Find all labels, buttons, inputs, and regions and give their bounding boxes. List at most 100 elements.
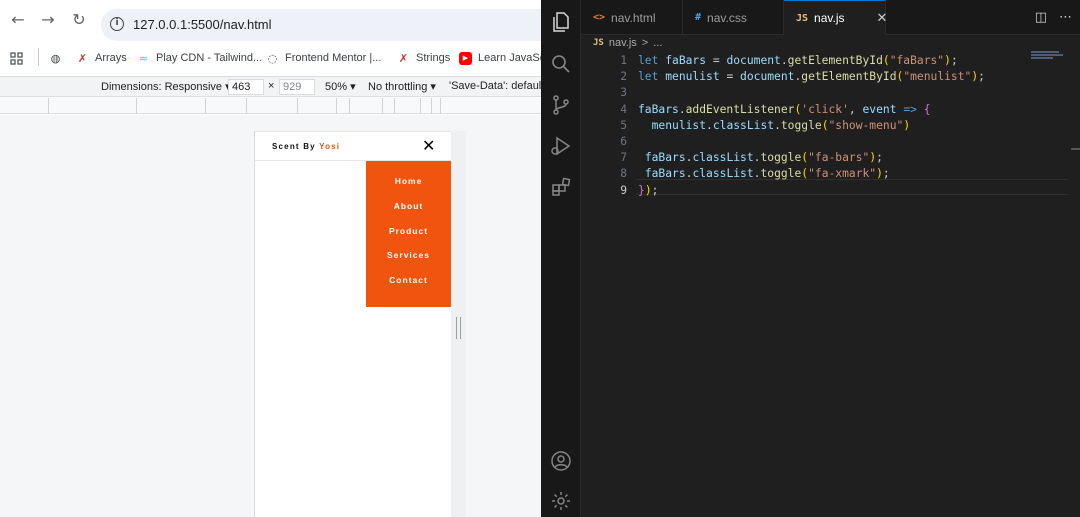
bookmark-globe[interactable]: ◍ bbox=[49, 50, 62, 66]
more-actions-icon[interactable]: ⋯ bbox=[1059, 10, 1072, 25]
media-query-ruler[interactable] bbox=[0, 98, 541, 114]
css-file-icon: # bbox=[695, 12, 702, 23]
breadcrumb-file[interactable]: nav.js bbox=[609, 37, 637, 49]
code-text: faBars.addEventListener('click', event =… bbox=[638, 102, 931, 116]
resize-grip-icon[interactable] bbox=[456, 317, 461, 339]
frontend-mentor-icon: ◌ bbox=[267, 51, 278, 65]
bookmark-label: Strings bbox=[416, 52, 451, 64]
code-text: faBars.classList.toggle("fa-bars"); bbox=[644, 151, 883, 165]
editor-actions: ◫ ⋯ bbox=[1035, 10, 1072, 25]
tab-label: nav.css bbox=[707, 10, 747, 25]
arrays-icon: ✗ bbox=[77, 51, 88, 65]
apps-grid-icon[interactable] bbox=[10, 50, 23, 66]
menu-item-contact[interactable]: Contact bbox=[366, 275, 451, 300]
url-text: 127.0.0.1:5500/nav.html bbox=[133, 17, 272, 32]
tab-nav-js[interactable]: JS nav.js ✕ bbox=[784, 0, 888, 35]
bookmark-frontend-mentor[interactable]: ◌ Frontend Mentor |... bbox=[266, 50, 382, 66]
bookmark-label: Frontend Mentor |... bbox=[285, 52, 382, 64]
browser-window: ← → ↻ i 127.0.0.1:5500/nav.html ◍ ✗ Arra… bbox=[0, 0, 541, 517]
site-logo[interactable]: Scent By Yosi bbox=[272, 142, 340, 151]
code-line[interactable]: 7 faBars.classList.toggle("fa-bars"); bbox=[581, 150, 1031, 166]
zoom-select[interactable]: 50% ▾ bbox=[325, 80, 356, 93]
height-input[interactable]: 929 bbox=[279, 79, 315, 95]
site-info-icon[interactable]: i bbox=[110, 17, 124, 31]
device-preview: Scent By Yosi ✕ Home About Product Servi… bbox=[254, 131, 451, 517]
code-line[interactable]: 5 menulist.classList.toggle("show-menu") bbox=[581, 118, 1031, 134]
bookmarks-bar: ◍ ✗ Arrays ≈ Play CDN - Tailwind... ◌ Fr… bbox=[0, 44, 541, 72]
code-line[interactable]: 6 bbox=[581, 134, 1031, 150]
tab-label: nav.html bbox=[611, 10, 656, 25]
activity-bar bbox=[541, 0, 581, 517]
code-line[interactable]: 1 let faBars = document.getElementById("f… bbox=[581, 53, 1031, 69]
dimensions-select[interactable]: Dimensions: Responsive ▾ bbox=[101, 80, 231, 93]
line-number: 9 bbox=[620, 183, 627, 197]
account-icon[interactable] bbox=[549, 449, 573, 473]
bookmark-label: Play CDN - Tailwind... bbox=[156, 52, 263, 64]
forward-icon[interactable]: → bbox=[38, 10, 58, 30]
menu-item-services[interactable]: Services bbox=[366, 250, 451, 275]
back-icon[interactable]: ← bbox=[8, 10, 28, 30]
address-bar-row: ← → ↻ i 127.0.0.1:5500/nav.html bbox=[0, 0, 541, 41]
reload-icon[interactable]: ↻ bbox=[69, 10, 89, 30]
js-file-icon: JS bbox=[593, 38, 604, 48]
tab-nav-html[interactable]: <> nav.html bbox=[581, 0, 683, 35]
code-text: let menulist = document.getElementById("… bbox=[638, 70, 985, 84]
url-field[interactable]: i 127.0.0.1:5500/nav.html bbox=[101, 9, 541, 41]
menu-item-product[interactable]: Product bbox=[366, 226, 451, 251]
bookmark-strings[interactable]: ✗ Strings bbox=[397, 50, 450, 66]
search-icon[interactable] bbox=[549, 52, 573, 76]
split-editor-icon[interactable]: ◫ bbox=[1035, 10, 1047, 25]
source-control-icon[interactable] bbox=[549, 93, 573, 117]
bookmark-arrays[interactable]: ✗ Arrays bbox=[76, 50, 127, 66]
throttling-select[interactable]: No throttling ▾ bbox=[368, 80, 436, 93]
close-menu-icon[interactable]: ✕ bbox=[422, 136, 435, 156]
line-number: 5 bbox=[620, 118, 627, 132]
tab-nav-css[interactable]: # nav.css bbox=[683, 0, 784, 35]
extensions-icon[interactable] bbox=[549, 175, 573, 199]
line-number: 7 bbox=[620, 151, 627, 165]
nav-menu: Home About Product Services Contact bbox=[366, 161, 451, 307]
code-editor-window: <> nav.html # nav.css JS nav.js ✕ ◫ ⋯ JS… bbox=[541, 0, 1080, 517]
code-text: let faBars = document.getElementById("fa… bbox=[638, 54, 958, 67]
menu-item-home[interactable]: Home bbox=[366, 176, 451, 201]
line-number: 6 bbox=[620, 135, 627, 148]
strings-icon: ✗ bbox=[398, 51, 409, 65]
breadcrumb-symbol[interactable]: ... bbox=[653, 37, 662, 49]
line-number: 4 bbox=[620, 102, 627, 116]
bookmark-tailwind[interactable]: ≈ Play CDN - Tailwind... bbox=[137, 50, 262, 66]
minimap[interactable] bbox=[1031, 51, 1066, 63]
code-line[interactable]: 4 faBars.addEventListener('click', event … bbox=[581, 102, 1031, 118]
code-text: faBars.classList.toggle("fa-xmark"); bbox=[644, 167, 890, 181]
line-number: 1 bbox=[620, 54, 627, 67]
bookmark-youtube[interactable]: ▶ Learn JavaScri bbox=[459, 50, 541, 66]
globe-icon: ◍ bbox=[50, 51, 61, 65]
close-tab-icon[interactable]: ✕ bbox=[877, 11, 888, 26]
times-symbol: × bbox=[268, 80, 275, 92]
line-number: 2 bbox=[620, 70, 627, 84]
bookmark-divider bbox=[38, 48, 39, 66]
code-line[interactable]: 3 bbox=[581, 85, 1031, 101]
html-file-icon: <> bbox=[593, 12, 606, 23]
device-toolbar: Dimensions: Responsive ▾ 463 × 929 50% ▾… bbox=[0, 76, 541, 97]
tailwind-icon: ≈ bbox=[138, 51, 149, 65]
breadcrumb[interactable]: JS nav.js > ... bbox=[593, 35, 662, 51]
run-debug-icon[interactable] bbox=[549, 134, 573, 158]
code-editor[interactable]: 1 let faBars = document.getElementById("f… bbox=[581, 51, 1080, 517]
code-line[interactable]: 9}); bbox=[581, 183, 1031, 199]
scrollbar-marker[interactable] bbox=[1071, 148, 1080, 150]
code-line[interactable]: 2 let menulist = document.getElementById(… bbox=[581, 69, 1031, 85]
line-number: 8 bbox=[620, 167, 627, 181]
menu-item-about[interactable]: About bbox=[366, 201, 451, 226]
bookmark-label: Arrays bbox=[95, 52, 127, 64]
code-text: }); bbox=[638, 183, 659, 197]
width-input[interactable]: 463 bbox=[228, 79, 264, 95]
bookmark-label: Learn JavaScri bbox=[478, 52, 541, 64]
code-text: menulist.classList.toggle("show-menu") bbox=[651, 118, 911, 132]
settings-gear-icon[interactable] bbox=[549, 489, 573, 513]
breadcrumb-separator: > bbox=[641, 37, 649, 49]
explorer-icon[interactable] bbox=[549, 10, 573, 34]
code-line[interactable]: 8 faBars.classList.toggle("fa-xmark"); bbox=[581, 166, 1031, 182]
line-number: 3 bbox=[620, 86, 627, 100]
youtube-icon: ▶ bbox=[459, 51, 472, 65]
save-data-select[interactable]: 'Save-Data': default bbox=[449, 80, 541, 92]
